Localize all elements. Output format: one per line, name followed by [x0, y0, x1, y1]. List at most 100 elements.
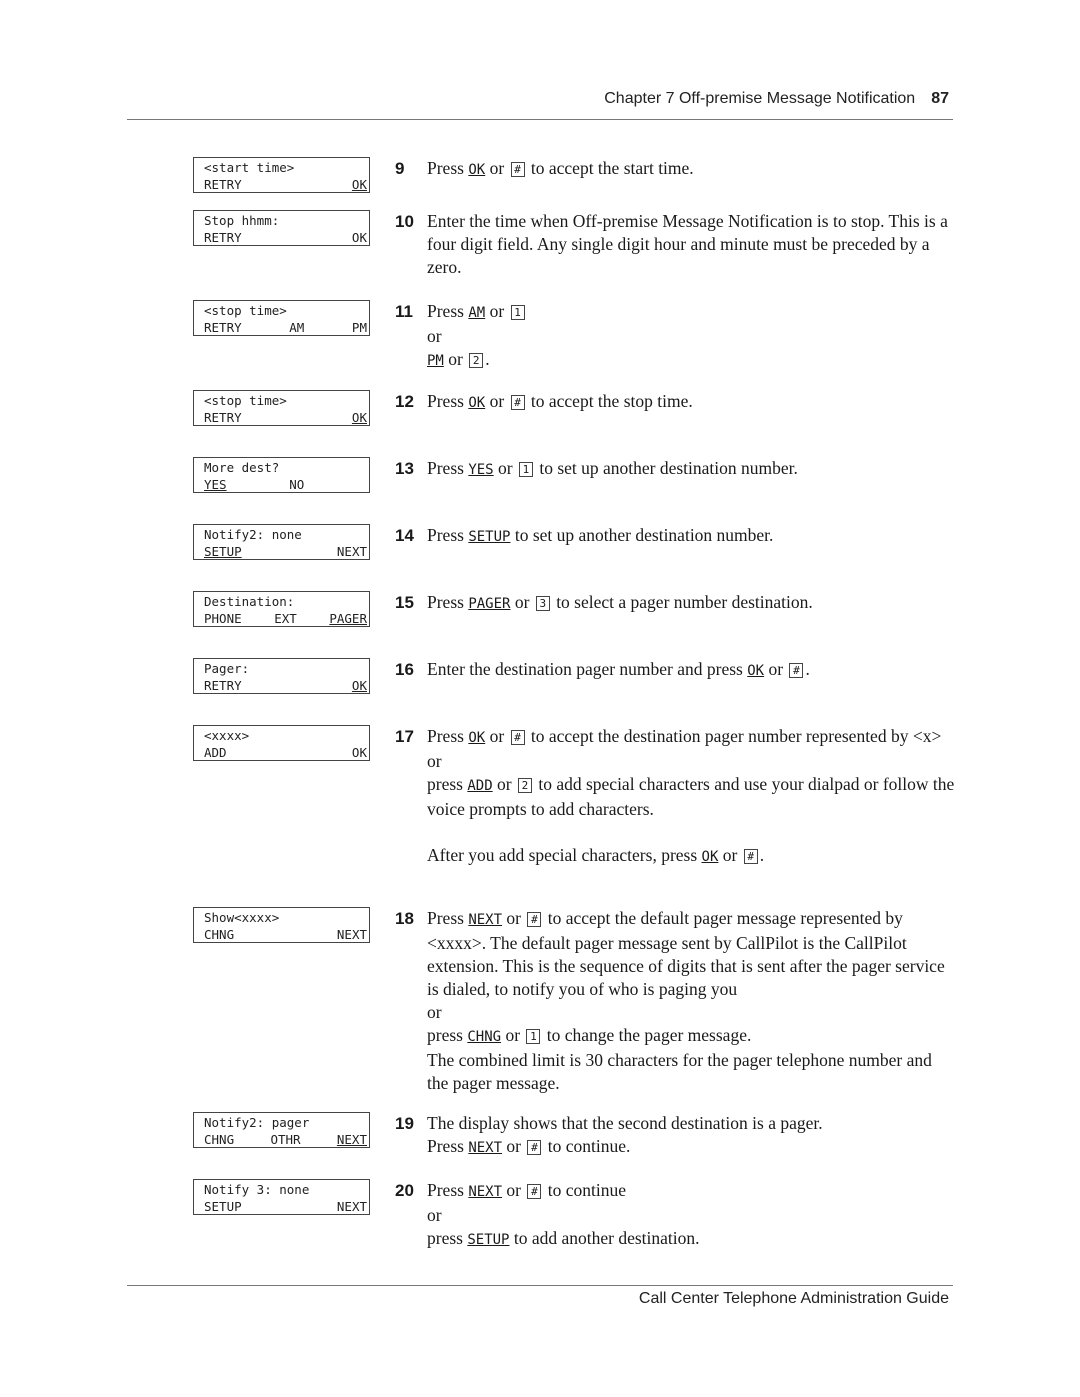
step-text: or	[505, 1025, 521, 1045]
step-text: to select a pager number destination.	[556, 592, 813, 612]
phone-display: Notify2: pager CHNG OTHR NEXT	[193, 1112, 370, 1148]
display-line-1: Notify2: none	[204, 527, 302, 542]
phone-display: Pager: RETRY OK	[193, 658, 370, 694]
phone-display: <stop time> RETRY AM PM	[193, 300, 370, 336]
dialpad-key-icon: #	[510, 395, 525, 410]
step-text: or	[768, 659, 784, 679]
display-softkeys: RETRY AM PM	[204, 319, 367, 336]
step-text: or	[489, 391, 505, 411]
step-number: 12	[395, 392, 414, 411]
display-softkeys: RETRY OK	[204, 229, 367, 246]
phone-display: Show<xxxx> CHNG NEXT	[193, 907, 370, 943]
step-19: 19 The display shows that the second des…	[395, 1112, 955, 1160]
display-line-1: <xxxx>	[204, 728, 250, 743]
step-text: to accept the destination pager number r…	[530, 726, 942, 746]
step-text: or	[506, 1180, 521, 1200]
softkey-next: NEXT	[468, 1140, 503, 1156]
display-softkey-label: SETUP	[204, 1199, 242, 1214]
softkey-ok: OK	[468, 395, 486, 411]
softkey-ok: OK	[701, 849, 719, 865]
footer-title: Call Center Telephone Administration Gui…	[638, 1290, 949, 1307]
display-softkey-label: NEXT	[336, 544, 367, 559]
step-text: to continue	[547, 1180, 626, 1200]
display-line-1: Notify2: pager	[204, 1115, 310, 1130]
phone-display: <xxxx> ADD OK	[193, 725, 370, 761]
display-softkeys: YES NO	[204, 476, 367, 493]
phone-display: More dest? YES NO	[193, 457, 370, 493]
display-softkey-label: OK	[351, 410, 367, 425]
display-softkey-label: AM	[289, 320, 305, 335]
display-softkeys: RETRY OK	[204, 176, 367, 193]
step-11: 11 Press AM or 1 or PM or 2.	[395, 300, 955, 373]
step-text: Enter the destination pager number and p…	[427, 659, 743, 679]
display-softkeys: SETUP NEXT	[204, 1198, 367, 1215]
header-rule	[127, 119, 953, 120]
display-softkey-label: RETRY	[204, 177, 242, 192]
step-text: Press	[427, 525, 464, 545]
step-text: .	[759, 845, 765, 865]
display-softkey-label: NO	[289, 477, 305, 492]
step-number: 11	[395, 302, 413, 321]
softkey-next: NEXT	[468, 1184, 503, 1200]
step-text: or	[489, 726, 505, 746]
footer-rule	[127, 1285, 953, 1286]
step-text: Press	[427, 1180, 464, 1200]
dialpad-key-icon: #	[789, 663, 804, 678]
display-softkey-label: RETRY	[204, 410, 242, 425]
step-text: Press	[427, 301, 464, 321]
step-20: 20 Press NEXT or # to continue or press …	[395, 1179, 955, 1252]
step-text: to add another destination.	[513, 1228, 700, 1248]
dialpad-key-icon: 1	[518, 462, 533, 477]
display-softkey-label: CHNG	[204, 927, 235, 942]
step-14: 14 Press SETUP to set up another destina…	[395, 524, 955, 549]
softkey-ok: OK	[747, 663, 765, 679]
display-softkeys: CHNG NEXT	[204, 926, 367, 943]
softkey-pager: PAGER	[468, 596, 511, 612]
dialpad-key-icon: 2	[517, 778, 532, 793]
display-softkey-label: PM	[351, 320, 367, 335]
display-line-1: Pager:	[204, 661, 250, 676]
display-line-1: Show<xxxx>	[204, 910, 280, 925]
softkey-add: ADD	[467, 778, 493, 794]
dialpad-key-icon: #	[527, 1140, 542, 1155]
display-softkeys: RETRY OK	[204, 409, 367, 426]
step-18: 18 Press NEXT or # to accept the default…	[395, 907, 955, 1095]
chapter-title: Chapter 7 Off-premise Message Notificati…	[604, 90, 916, 107]
display-softkey-label: ADD	[204, 745, 227, 760]
step-number: 18	[395, 909, 414, 928]
display-softkey-label: YES	[204, 477, 227, 492]
display-softkey-label: NEXT	[336, 1199, 367, 1214]
step-text: Press	[427, 908, 464, 928]
step-17: 17 Press OK or # to accept the destinati…	[395, 725, 955, 869]
step-number: 16	[395, 660, 414, 679]
step-number: 10	[395, 212, 414, 231]
step-12: 12 Press OK or # to accept the stop time…	[395, 390, 955, 415]
step-10: 10 Enter the time when Off-premise Messa…	[395, 210, 955, 279]
dialpad-key-icon: 1	[526, 1029, 541, 1044]
step-text: to set up another destination number.	[539, 458, 798, 478]
step-text: Enter the time when Off-premise Message …	[427, 211, 948, 277]
softkey-chng: CHNG	[467, 1029, 502, 1045]
step-text: or	[427, 751, 442, 771]
softkey-am: AM	[468, 305, 486, 321]
step-text: or	[448, 349, 463, 369]
display-softkey-label: RETRY	[204, 320, 242, 335]
step-9: 9 Press OK or # to accept the start time…	[395, 157, 955, 182]
step-text: to continue.	[547, 1136, 631, 1156]
step-text: to accept the default pager message repr…	[427, 908, 945, 999]
phone-display: Destination: PHONE EXT PAGER	[193, 591, 370, 627]
step-number: 9	[395, 159, 405, 178]
display-softkeys: PHONE EXT PAGER	[204, 610, 367, 627]
display-line-1: More dest?	[204, 460, 280, 475]
display-softkey-label: EXT	[274, 611, 297, 626]
step-text: press	[427, 1025, 463, 1045]
display-softkey-label: NEXT	[336, 927, 367, 942]
step-15: 15 Press PAGER or 3 to select a pager nu…	[395, 591, 955, 616]
dialpad-key-icon: 3	[535, 596, 550, 611]
display-softkey-label: OK	[351, 745, 367, 760]
step-text: to accept the start time.	[530, 158, 694, 178]
step-text: or	[489, 301, 505, 321]
display-line-1: Notify 3: none	[204, 1182, 310, 1197]
step-number: 13	[395, 459, 414, 478]
step-text: Press	[427, 158, 464, 178]
